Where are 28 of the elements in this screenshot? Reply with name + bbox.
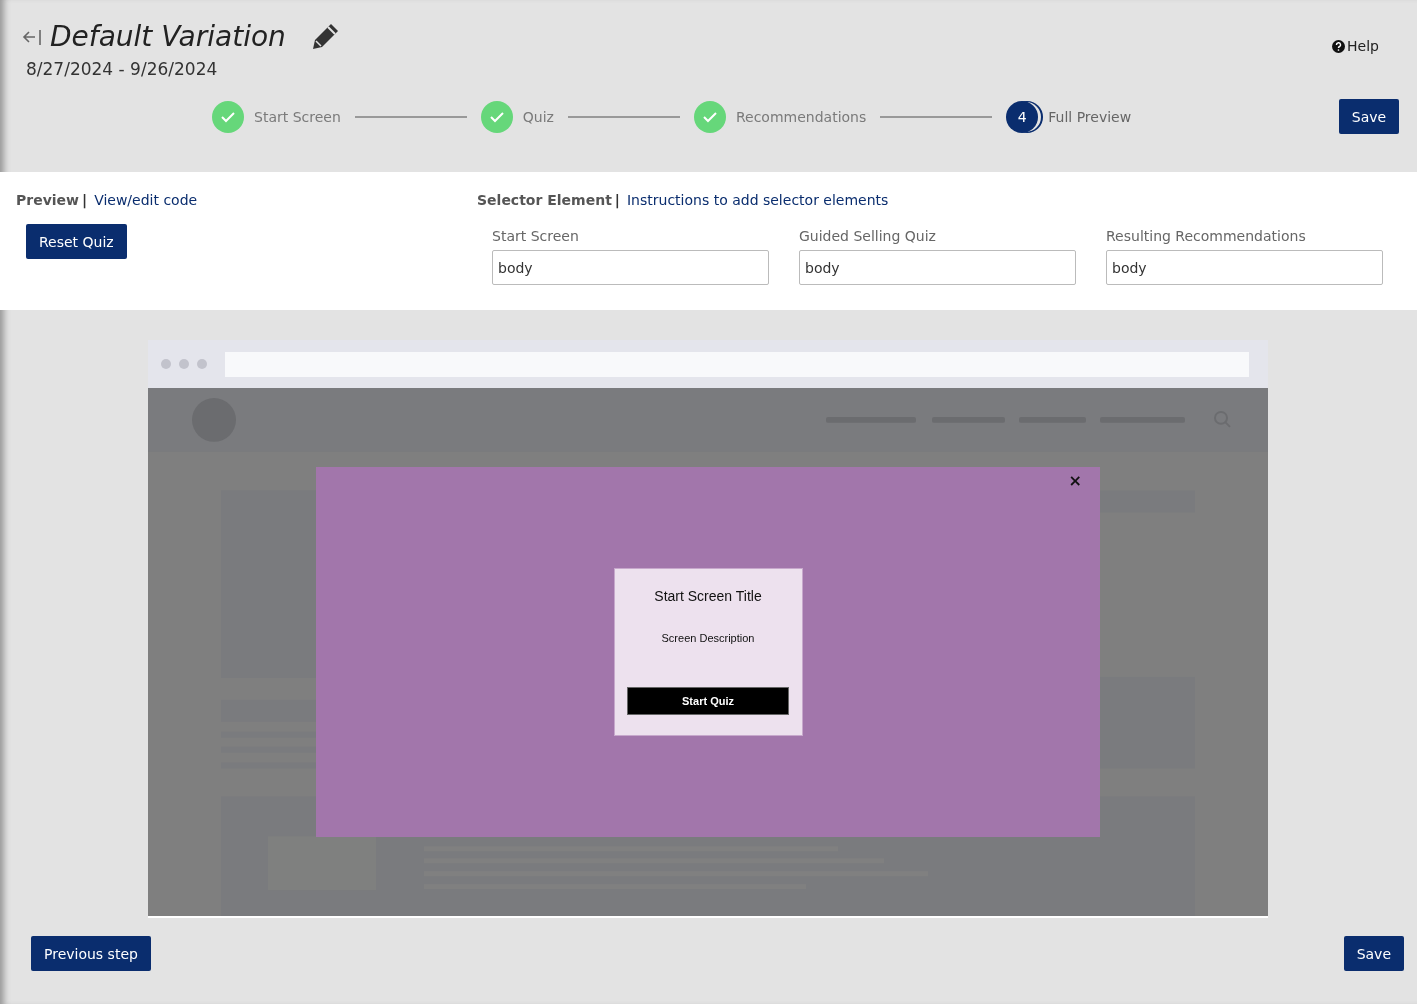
field-label: Resulting Recommendations <box>1106 228 1307 244</box>
page-title: Default Variation <box>50 20 286 53</box>
tab[interactable]: Preview <box>16 192 79 208</box>
selector-input[interactable]: body <box>1106 250 1383 285</box>
date-range: 8/27/2024 - 9/26/2024 <box>26 59 219 79</box>
section-title: Selector Element <box>477 192 612 208</box>
close-icon[interactable]: × <box>1068 471 1082 490</box>
instructions-link[interactable]: Instructions to add selector elements <box>627 192 889 208</box>
field-label: Guided Selling Quiz <box>799 228 937 244</box>
card-description: Screen Description <box>661 632 755 644</box>
card-title: Start Screen Title <box>654 588 762 604</box>
step-number: 4 <box>1006 100 1039 133</box>
step-label[interactable]: Full Preview <box>1048 108 1132 125</box>
field-label: Start Screen <box>492 228 580 244</box>
separator: | <box>82 192 88 208</box>
reset-quiz-button[interactable]: Reset Quiz <box>26 224 127 259</box>
previous-step-button[interactable]: Previous step <box>31 936 151 971</box>
save-button[interactable]: Save <box>1343 936 1404 971</box>
save-button[interactable]: Save <box>1339 99 1399 134</box>
back-arrow-icon[interactable] <box>22 27 42 46</box>
selector-input[interactable]: body <box>492 250 769 285</box>
help-link[interactable]: Help <box>1332 37 1379 55</box>
help-icon <box>1332 39 1346 53</box>
window-dots-icon <box>161 359 207 369</box>
start-quiz-button[interactable]: Start Quiz <box>627 687 789 715</box>
selector-input[interactable]: body <box>799 250 1076 285</box>
tab[interactable]: View/edit code <box>94 192 198 208</box>
separator: | <box>614 192 620 208</box>
